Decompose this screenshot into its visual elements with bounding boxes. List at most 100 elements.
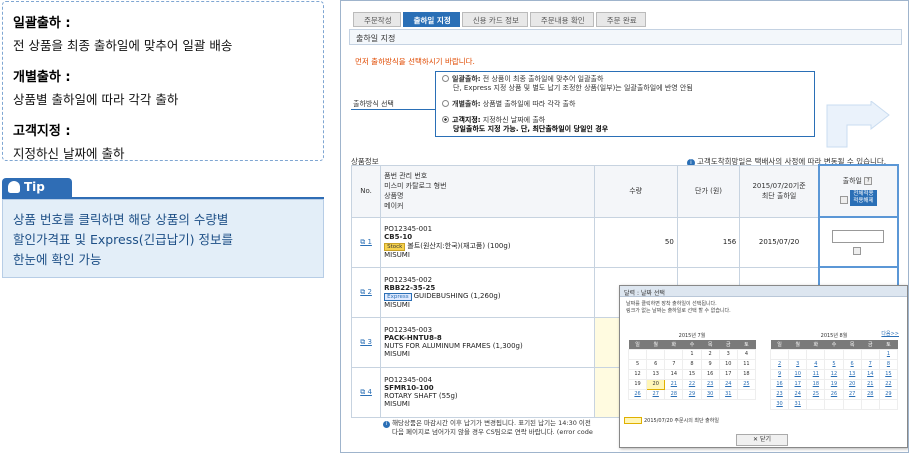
week-row: 12 13 14 15 16 17 18 <box>627 368 757 380</box>
calendar-empty <box>860 348 880 360</box>
close-label: 닫기 <box>759 436 771 443</box>
calendar-day[interactable]: 30 <box>769 398 790 410</box>
calendar-day[interactable]: 24 <box>788 388 808 400</box>
calendar-day[interactable]: 30 <box>700 388 720 400</box>
option-title: 고객지정: <box>452 116 481 124</box>
calendar-day[interactable]: 28 <box>664 388 684 400</box>
header-line: 품번 관리 번호 <box>384 172 428 180</box>
row-qty: 50 <box>593 216 678 268</box>
calendar-day[interactable]: 27 <box>842 388 862 400</box>
apply-label: 전체적용 <box>853 191 874 197</box>
calendar-day[interactable]: 22 <box>682 378 702 390</box>
row-number-link[interactable]: ⧉ 3 <box>350 316 382 368</box>
tip-line: 상품 번호를 클릭하면 해당 상품의 수량별 <box>13 212 229 227</box>
calendar-day[interactable]: 2 <box>769 358 790 370</box>
calendar-empty <box>627 348 648 360</box>
calendar-day[interactable]: 9 <box>769 368 790 380</box>
calendar-icon[interactable] <box>840 196 849 204</box>
row-code: PO12345-004 <box>384 376 433 384</box>
calendar-empty <box>842 398 862 410</box>
row-number-link[interactable]: ⧉ 1 <box>350 216 382 268</box>
row-name: ROTARY SHAFT (55g) <box>384 392 458 400</box>
ship-option-individual[interactable]: 개별출하: 상품별 출하일에 따라 각각 출하 <box>442 100 808 109</box>
calendar-day[interactable]: 31 <box>718 388 738 400</box>
row-number[interactable]: 1 <box>367 238 371 246</box>
ship-date-input[interactable] <box>832 229 885 243</box>
apply-all-button[interactable]: 전체적용 적용해제 <box>850 190 877 206</box>
col-info: 품번 관리 번호 미스미 카탈로그 형번 상품명 메이커 <box>380 164 595 218</box>
row-number[interactable]: 2 <box>367 288 371 296</box>
tip-line: 할인가격표 및 Express(긴급납기) 정보를 <box>13 232 233 247</box>
table-row: ⧉ 1 PO12345-001 CB5-10 Stock 볼트(원산지:한국)(재… <box>350 216 900 268</box>
calendar-day[interactable]: 11 <box>806 368 826 380</box>
col-ship-date: 출하일 ? 전체적용 적용해제 <box>817 164 900 218</box>
calendar-day[interactable]: 12 <box>824 368 844 380</box>
row-code: PO12345-002 <box>384 275 433 284</box>
calendar-day[interactable]: 31 <box>788 398 808 410</box>
calendar-day[interactable]: 21 <box>860 378 880 390</box>
calendar-day: 14 <box>664 368 684 380</box>
method-desc: 전 상품을 최종 출하일에 맞추어 일괄 배송 <box>13 38 233 53</box>
calendar-day[interactable]: 5 <box>824 358 844 370</box>
footnote-line: 해당상품은 마감시간 이후 납기가 변경됩니다. 표기된 납기는 14:30 이… <box>392 419 591 427</box>
help-icon[interactable]: ? <box>864 177 873 185</box>
ship-option-bulk[interactable]: 일괄출하: 전 상품이 최종 출하일에 맞추어 일괄출하 단, Express … <box>442 75 808 93</box>
radio-customer[interactable] <box>442 116 449 123</box>
calendar-day[interactable]: 17 <box>788 378 808 390</box>
calendar-day[interactable]: 21 <box>664 378 684 390</box>
calendar-day[interactable]: 15 <box>878 368 899 380</box>
row-number-link[interactable]: ⧉ 2 <box>350 266 382 318</box>
ship-method-connector <box>351 109 435 110</box>
calendar-day[interactable]: 23 <box>700 378 720 390</box>
calendar-day[interactable]: 25 <box>736 378 757 390</box>
close-button[interactable]: ✕ 닫기 <box>736 434 788 446</box>
calendar-day[interactable]: 8 <box>878 358 899 370</box>
calendar-grid: 일 월 화 수 목 금 토 1 2 3 4 5 6 7 8 9 10 11 12 13 14 15 16 17 18 19 20 21… <box>627 340 757 400</box>
weekday-label: 화 <box>806 340 825 349</box>
calendar-day[interactable]: 14 <box>860 368 880 380</box>
calendar-day[interactable]: 23 <box>769 388 790 400</box>
calendar-day[interactable]: 19 <box>824 378 844 390</box>
calendar-day[interactable]: 18 <box>806 378 826 390</box>
month-title: 2015년 8월 <box>820 333 848 339</box>
row-ship-date <box>817 216 900 268</box>
radio-bulk[interactable] <box>442 75 449 82</box>
order-screenshot: 주문작성 출하일 지정 신용 카드 정보 주문내용 확인 주문 완료 출하일 지… <box>340 0 909 453</box>
calendar-day[interactable]: 26 <box>824 388 844 400</box>
calendar-icon[interactable] <box>853 246 862 255</box>
calendar-day[interactable]: 4 <box>806 358 826 370</box>
calendar-day[interactable]: 24 <box>718 378 738 390</box>
method-term: 개별출하 : <box>13 70 71 85</box>
row-number[interactable]: 3 <box>367 338 371 346</box>
calendar-day[interactable]: 26 <box>627 388 648 400</box>
row-number-link[interactable]: ⧉ 4 <box>350 366 382 418</box>
calendar-day[interactable]: 10 <box>788 368 808 380</box>
calendar-day[interactable]: 28 <box>860 388 880 400</box>
calendar-day[interactable]: 27 <box>646 388 666 400</box>
footnote-line: 다음 페이지로 넘어가지 않을 경우 CS팀으로 연락 바랍니다. (error… <box>392 428 593 436</box>
calendar-day[interactable]: 16 <box>769 378 790 390</box>
weekday-label: 금 <box>719 340 738 349</box>
calendar-day[interactable]: 7 <box>860 358 880 370</box>
weekday-label: 월 <box>788 340 807 349</box>
ship-option-customer[interactable]: 고객지정: 지정하신 날짜에 출하 당일출하도 지정 가능. 단, 최단출하일이… <box>442 116 808 134</box>
calendar-day: 6 <box>646 358 666 370</box>
calendar-day[interactable]: 25 <box>806 388 826 400</box>
method-term: 일괄출하 : <box>13 16 71 31</box>
calendar-day[interactable]: 22 <box>878 378 899 390</box>
radio-individual[interactable] <box>442 100 449 107</box>
calendar-day[interactable]: 20 <box>842 378 862 390</box>
row-number[interactable]: 4 <box>367 388 371 396</box>
row-part: SFMR10-100 <box>384 384 434 392</box>
footnote: i 해당상품은 마감시간 이후 납기가 변경됩니다. 표기된 납기는 14:30… <box>383 419 623 437</box>
calendar-day[interactable]: 13 <box>842 368 862 380</box>
calendar-day[interactable]: 6 <box>842 358 862 370</box>
calendar-grid: 일 월 화 수 목 금 토 1 2 3 4 5 6 7 8 9 10 11 12 13 14 15 16 17 18 19 20 21… <box>769 340 899 410</box>
calendar-day[interactable]: 29 <box>682 388 702 400</box>
calendar-day[interactable]: 1 <box>878 348 899 360</box>
col-date: 2015/07/20기준 최단 출하일 <box>739 164 820 218</box>
calendar-day[interactable]: 3 <box>788 358 808 370</box>
weekday-label: 금 <box>861 340 880 349</box>
popup-text: 링크가 없는 날짜는 출하일로 선택 할 수 없습니다. <box>626 308 731 314</box>
calendar-day[interactable]: 29 <box>878 388 899 400</box>
